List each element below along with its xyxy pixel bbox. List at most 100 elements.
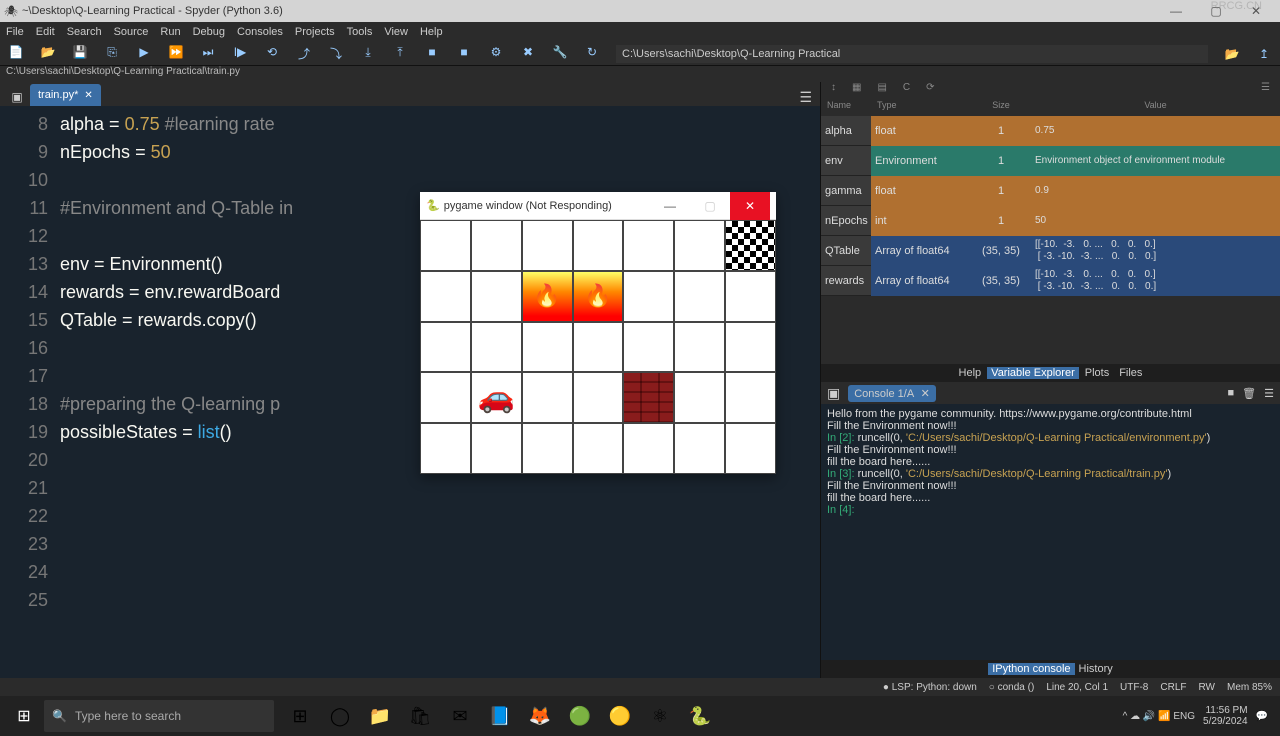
taskbar-app-icon[interactable]: ⚛ xyxy=(642,698,678,734)
parent-dir-icon[interactable]: ↥ xyxy=(1248,47,1280,61)
toolbar-icon[interactable]: ⚙ xyxy=(480,45,512,62)
grid-cell xyxy=(623,372,674,423)
toolbar-icon[interactable]: ⤓ xyxy=(352,45,384,62)
console-tab-history[interactable]: History xyxy=(1079,663,1113,675)
toolbar-icon[interactable]: 🔧 xyxy=(544,45,576,62)
pane-close-icon[interactable]: ▣ xyxy=(8,88,26,106)
varex-toolbar: ↕ ▦ ▤ C ⟳ ☰ xyxy=(821,82,1280,100)
maximize-button[interactable]: ▢ xyxy=(690,199,730,213)
code-line[interactable]: 10 xyxy=(0,166,820,194)
toolbar-icon[interactable]: ⤴ xyxy=(288,45,320,62)
toolbar-icon[interactable]: ■ xyxy=(416,45,448,62)
minimize-button[interactable]: — xyxy=(1156,4,1196,18)
menu-source[interactable]: Source xyxy=(108,26,155,38)
var-row-nEpochs[interactable]: nEpochsint150 xyxy=(821,206,1280,236)
code-line[interactable]: 22 xyxy=(0,502,820,530)
varex-tool-icon[interactable]: C xyxy=(903,82,910,100)
var-row-alpha[interactable]: alphafloat10.75 xyxy=(821,116,1280,146)
statusbar: ● LSP: Python: down ○ conda () Line 20, … xyxy=(0,678,1280,696)
pygame-window[interactable]: 🐍 pygame window (Not Responding) — ▢ ✕ 🚗 xyxy=(420,192,776,474)
close-button[interactable]: ✕ xyxy=(730,192,770,220)
console-header: ▣ Console 1/A ✕ ■ 🗑 ☰ xyxy=(821,382,1280,404)
toolbar-icon[interactable]: ↻ xyxy=(576,45,608,62)
start-button[interactable]: ⊞ xyxy=(4,696,44,736)
varex-tab-variable-explorer[interactable]: Variable Explorer xyxy=(987,367,1079,379)
code-line[interactable]: 9nEpochs = 50 xyxy=(0,138,820,166)
code-line[interactable]: 24 xyxy=(0,558,820,586)
menu-search[interactable]: Search xyxy=(61,26,108,38)
console-icon[interactable]: ▣ xyxy=(827,385,840,402)
var-name: rewards xyxy=(821,266,871,296)
taskbar-app-icon[interactable]: ◯ xyxy=(322,698,358,734)
menu-help[interactable]: Help xyxy=(414,26,449,38)
pane-menu-icon[interactable]: ☰ xyxy=(1264,387,1274,400)
console-output[interactable]: Hello from the pygame community. https:/… xyxy=(821,404,1280,660)
close-icon[interactable]: ✕ xyxy=(84,90,92,101)
grid-cell xyxy=(471,271,522,322)
taskbar-app-icon[interactable]: 📁 xyxy=(362,698,398,734)
taskbar-app-icon[interactable]: 🟢 xyxy=(562,698,598,734)
varex-tool-icon[interactable]: ▤ xyxy=(877,82,886,100)
code-line[interactable]: 8alpha = 0.75 #learning rate xyxy=(0,110,820,138)
status-eol: CRLF xyxy=(1160,682,1186,693)
kernel-interrupt-icon[interactable]: 🗑 xyxy=(1242,387,1256,400)
toolbar-icon[interactable]: ⏭ xyxy=(192,45,224,62)
kernel-stop-icon[interactable]: ■ xyxy=(1228,387,1235,399)
toolbar-icon[interactable]: 📂 xyxy=(32,45,64,62)
toolbar-icon[interactable]: ✖ xyxy=(512,45,544,62)
menu-consoles[interactable]: Consoles xyxy=(231,26,289,38)
menu-projects[interactable]: Projects xyxy=(289,26,341,38)
taskbar-app-icon[interactable]: ⊞ xyxy=(282,698,318,734)
toolbar-icon[interactable]: 💾 xyxy=(64,45,96,62)
toolbar-icon[interactable]: 📄 xyxy=(0,45,32,62)
toolbar-icon[interactable]: ▶ xyxy=(128,45,160,62)
taskbar-app-icon[interactable]: 🦊 xyxy=(522,698,558,734)
varex-tool-icon[interactable]: ▦ xyxy=(852,82,861,100)
taskbar-app-icon[interactable]: 🟡 xyxy=(602,698,638,734)
var-row-rewards[interactable]: rewardsArray of float64(35, 35)[[-10. -3… xyxy=(821,266,1280,296)
minimize-button[interactable]: — xyxy=(650,199,690,213)
code-line[interactable]: 25 xyxy=(0,586,820,614)
varex-tab-help[interactable]: Help xyxy=(955,367,986,379)
varex-tool-icon[interactable]: ⟳ xyxy=(926,82,934,100)
varex-tab-files[interactable]: Files xyxy=(1115,367,1146,379)
toolbar-icon[interactable]: ⤒ xyxy=(384,45,416,62)
taskbar-app-icon[interactable]: 🐍 xyxy=(682,698,718,734)
var-value: [[-10. -3. 0. ... 0. 0. 0.] [ -3. -10. -… xyxy=(1031,236,1280,266)
code-line[interactable]: 21 xyxy=(0,474,820,502)
varex-tool-icon[interactable]: ↕ xyxy=(831,82,836,100)
console-tab-ipython-console[interactable]: IPython console xyxy=(988,663,1074,675)
pygame-titlebar[interactable]: 🐍 pygame window (Not Responding) — ▢ ✕ xyxy=(420,192,776,220)
menu-run[interactable]: Run xyxy=(154,26,186,38)
toolbar-icon[interactable]: ■ xyxy=(448,45,480,62)
folder-open-icon[interactable]: 📂 xyxy=(1216,47,1248,61)
pane-menu-icon[interactable]: ☰ xyxy=(799,89,812,106)
var-row-env[interactable]: envEnvironment1Environment object of env… xyxy=(821,146,1280,176)
menu-tools[interactable]: Tools xyxy=(341,26,379,38)
var-row-QTable[interactable]: QTableArray of float64(35, 35)[[-10. -3.… xyxy=(821,236,1280,266)
toolbar-icon[interactable]: ⏩ xyxy=(160,45,192,62)
taskbar-app-icon[interactable]: 🛍 xyxy=(402,698,438,734)
working-dir-input[interactable]: C:\Users\sachi\Desktop\Q-Learning Practi… xyxy=(616,45,1208,63)
pane-menu-icon[interactable]: ☰ xyxy=(1261,82,1270,100)
code-line[interactable]: 23 xyxy=(0,530,820,558)
toolbar-icon[interactable]: ⎘ xyxy=(96,45,128,62)
toolbar-icon[interactable]: ⟲ xyxy=(256,45,288,62)
menu-debug[interactable]: Debug xyxy=(187,26,231,38)
menu-file[interactable]: File xyxy=(0,26,30,38)
taskbar-app-icon[interactable]: 📘 xyxy=(482,698,518,734)
varex-tab-plots[interactable]: Plots xyxy=(1081,367,1113,379)
toolbar-icon[interactable]: ⤵ xyxy=(320,45,352,62)
var-row-gamma[interactable]: gammafloat10.9 xyxy=(821,176,1280,206)
close-icon[interactable]: ✕ xyxy=(921,388,930,400)
editor-tab-train[interactable]: train.py* ✕ xyxy=(30,84,101,106)
menu-view[interactable]: View xyxy=(378,26,414,38)
grid-cell xyxy=(725,271,776,322)
var-name: nEpochs xyxy=(821,206,871,236)
taskbar-app-icon[interactable]: ✉ xyxy=(442,698,478,734)
toolbar-icon[interactable]: I▶ xyxy=(224,45,256,62)
console-tab[interactable]: Console 1/A ✕ xyxy=(848,385,936,402)
menu-edit[interactable]: Edit xyxy=(30,26,61,38)
taskbar-search[interactable]: 🔍 Type here to search xyxy=(44,700,274,732)
grid-cell xyxy=(522,322,573,373)
